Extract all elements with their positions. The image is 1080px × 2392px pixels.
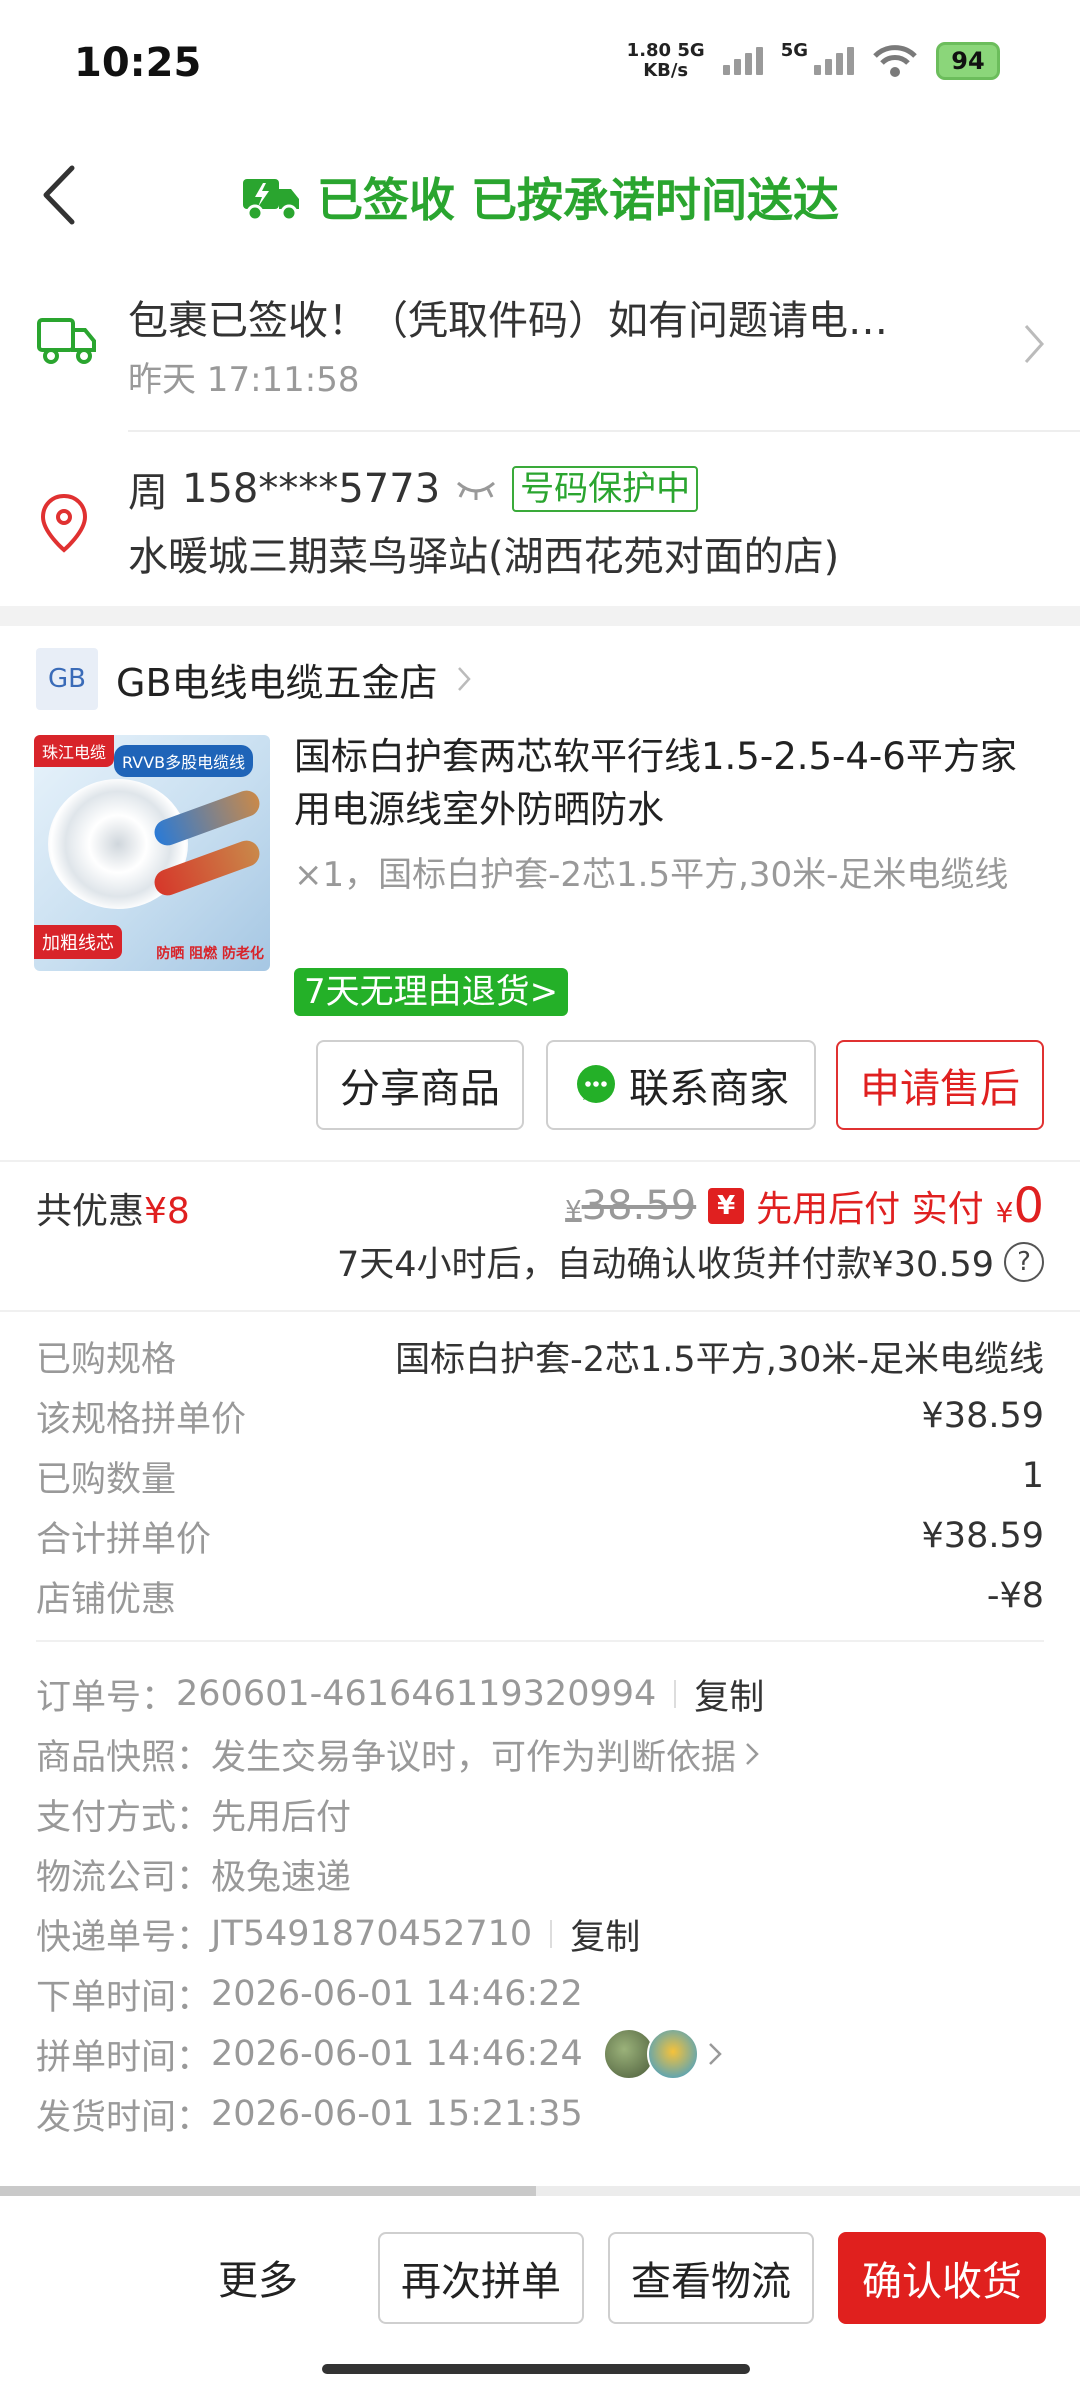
detail-row: 该规格拼单价 ¥38.59 [36,1396,1044,1440]
detail-row: 店铺优惠 -¥8 [36,1576,1044,1620]
status-icons: 1.80 5G KB/s 5G 94 [627,40,1000,81]
product-image[interactable]: 珠江电缆 RVVB多股电缆线 加粗线芯 防晒 阻燃 防老化 [34,735,270,971]
copy-order-number-button[interactable]: 复制 [694,1669,764,1720]
snapshot-row[interactable]: 商品快照： 发生交易争议时，可作为判断依据 [36,1724,760,1784]
tracking-time: 昨天 17:11:58 [128,360,360,400]
shop-logo: GB [36,648,98,710]
network-speed: 1.80 5G KB/s [626,39,705,81]
discount-value: ¥8 [144,1191,190,1232]
address-row: 周 158****5773 号码保护中 水暖城三期菜鸟驿站(湖西花苑对面的店) [0,440,1080,600]
detail-row: 已购规格 国标白护套-2芯1.5平方,30米-足米电缆线 [36,1339,1044,1380]
copy-tracking-number-button[interactable]: 复制 [570,1909,640,1960]
help-icon[interactable]: ? [1004,1241,1044,1282]
page-title: 已签收 已按承诺时间送达 [0,164,1080,230]
detail-row: 已购数量 1 [36,1456,1044,1500]
price-row: ¥38.59 ¥ 先用后付 实付 ¥0 [565,1178,1044,1234]
view-logistics-button[interactable]: 查看物流 [608,2232,814,2324]
recipient-line: 周 158****5773 号码保护中 [128,460,699,518]
home-indicator[interactable] [322,2364,750,2374]
signal-icon [722,46,763,75]
bottom-action-bar: 更多 再次拼单 查看物流 确认收货 [0,2196,1080,2392]
group-members [602,2028,699,2080]
detail-row: 合计拼单价 ¥38.59 [36,1516,1044,1560]
more-button[interactable]: 更多 [218,2248,298,2306]
location-pin-icon [40,493,88,553]
recipient-name: 周 [128,470,168,516]
contact-merchant-button[interactable]: 联系商家 [546,1040,816,1130]
phone-protection-badge: 号码保护中 [512,466,699,512]
tracking-number: JT5491870452710 [211,1914,533,1954]
tracking-number-row: 快递单号： JT5491870452710 复制 [36,1904,640,1964]
order-number-row: 订单号： 260601-461646119320994 复制 [36,1664,764,1724]
delivery-truck-icon [242,179,299,222]
product-spec: ×1，国标白护套-2芯1.5平方,30米-足米电缆线 [294,855,1009,895]
eye-closed-icon[interactable] [454,477,498,501]
tracking-row[interactable]: 包裹已签收！（凭取件码）如有问题请电… 昨天 17:11:58 [0,268,1080,428]
order-number: 260601-461646119320994 [176,1674,657,1714]
pickup-location: 水暖城三期菜鸟驿站(湖西花苑对面的店) [128,534,840,580]
payment-method-row: 支付方式： 先用后付 [36,1797,352,1838]
order-time-row: 下单时间： 2026-06-01 14:46:22 [36,1974,583,2018]
status-bar: 10:25 1.80 5G KB/s 5G 94 [0,0,1080,130]
chevron-right-icon [708,2043,722,2065]
network-type-label: 5G [780,40,808,61]
section-gap [0,606,1080,626]
confirm-receipt-button[interactable]: 确认收货 [838,2232,1046,2324]
product-feature-tag: 加粗线芯 [34,925,122,959]
battery-icon: 94 [936,41,1000,80]
original-price: ¥38.59 [565,1183,697,1229]
pay-later-icon: ¥ [708,1188,745,1224]
ship-time-row: 发货时间： 2026-06-01 15:21:35 [36,2094,583,2138]
delivery-status-title: 已签收 已按承诺时间送达 [316,173,839,227]
buy-again-button[interactable]: 再次拼单 [378,2232,584,2324]
truck-outline-icon [37,318,96,364]
paid-amount: ¥0 [995,1178,1044,1234]
chevron-right-icon [746,1743,759,1765]
shop-name: GB电线电缆五金店 [116,660,438,705]
product-type-tag: RVVB多股电缆线 [114,745,254,777]
tracking-message: 包裹已签收！（凭取件码）如有问题请电… [128,298,888,344]
group-time-row[interactable]: 拼单时间： 2026-06-01 14:46:24 [36,2024,723,2084]
pay-later-label: 先用后付 实付 [756,1189,984,1230]
status-time: 10:25 [74,40,202,86]
divider [128,430,1080,432]
after-sale-button[interactable]: 申请售后 [836,1040,1044,1130]
divider [0,1310,1080,1312]
page-header: 已签收 已按承诺时间送达 [0,140,1080,250]
scrollbar-thumb[interactable] [0,2186,536,2196]
chat-bubble-icon [577,1065,615,1103]
carrier-row: 物流公司： 极兔速递 [36,1857,352,1898]
signal-icon-2 [814,46,854,75]
divider [36,1640,1044,1642]
product-title[interactable]: 国标白护套两芯软平行线1.5-2.5-4-6平方家用电源线室外防晒防水 [294,730,1044,836]
product-features: 防晒 阻燃 防老化 [156,946,264,962]
return-policy-badge: 7天无理由退货> [294,968,569,1016]
contact-merchant-label: 联系商家 [629,1066,789,1112]
chevron-right-icon [457,667,471,691]
product-brand-tag: 珠江电缆 [34,735,115,767]
shop-link[interactable]: GB GB电线电缆五金店 [36,648,472,710]
wifi-icon [873,44,917,77]
horizontal-scrollbar[interactable] [0,2186,1080,2196]
chevron-right-icon [1024,325,1045,363]
auto-confirm-note: 7天4小时后，自动确认收货并付款¥30.59 ? [337,1236,1044,1287]
avatar [646,2028,699,2080]
divider [0,1160,1080,1162]
share-product-button[interactable]: 分享商品 [316,1040,524,1130]
discount-summary: 共优惠¥8 [36,1191,190,1232]
recipient-phone: 158****5773 [182,466,441,512]
